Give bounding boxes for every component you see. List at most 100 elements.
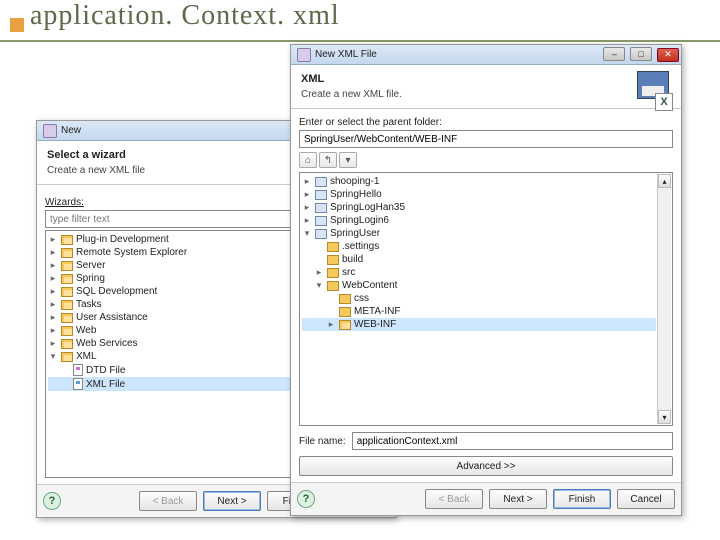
- folder-open-icon: [61, 313, 73, 323]
- expand-icon[interactable]: ▸: [302, 176, 312, 187]
- folder-open-icon: [61, 235, 73, 245]
- tree-item-label: Web: [76, 325, 96, 336]
- expand-icon[interactable]: ▸: [48, 338, 58, 349]
- tree-item-label: css: [354, 293, 369, 304]
- expand-icon[interactable]: ▾: [302, 228, 312, 239]
- tree-item[interactable]: META-INF: [302, 305, 656, 318]
- eclipse-icon: [297, 48, 311, 62]
- dialog-title: New XML File: [315, 49, 377, 60]
- folder-open-icon: [339, 320, 351, 330]
- tree-item[interactable]: ▾WebContent: [302, 279, 656, 292]
- tree-item-label: Remote System Explorer: [76, 247, 187, 258]
- folder-open-icon: [61, 300, 73, 310]
- expand-icon[interactable]: ▸: [48, 247, 58, 258]
- tree-item-label: build: [342, 254, 363, 265]
- tree-item-label: XML: [76, 351, 97, 362]
- tree-item[interactable]: ▸SpringLogHan35: [302, 201, 656, 214]
- project-icon: [315, 177, 327, 187]
- expand-icon[interactable]: ▸: [326, 319, 336, 330]
- back-button[interactable]: < Back: [425, 489, 483, 509]
- next-button[interactable]: Next >: [203, 491, 261, 511]
- expand-icon[interactable]: ▸: [48, 273, 58, 284]
- expand-icon[interactable]: ▸: [48, 299, 58, 310]
- banner: XML Create a new XML file. X: [291, 65, 681, 109]
- project-icon: [315, 216, 327, 226]
- parent-folder-input[interactable]: [299, 130, 673, 148]
- new-xml-file-dialog: New XML File – □ ✕ XML Create a new XML …: [290, 44, 682, 516]
- next-button[interactable]: Next >: [489, 489, 547, 509]
- file-name-input[interactable]: [352, 432, 673, 450]
- close-button[interactable]: ✕: [657, 48, 679, 62]
- folder-open-icon: [61, 261, 73, 271]
- file-name-label: File name:: [299, 436, 346, 447]
- banner-desc: Create a new XML file.: [301, 89, 671, 100]
- tree-item[interactable]: ▸ shooping-1: [302, 175, 656, 188]
- button-bar: ? < Back Next > Finish Cancel: [291, 482, 681, 515]
- tree-item-label: Spring: [76, 273, 105, 284]
- expand-icon[interactable]: ▸: [302, 202, 312, 213]
- tree-item[interactable]: css: [302, 292, 656, 305]
- tree-item[interactable]: ▸ SpringHello: [302, 188, 656, 201]
- folder-icon: [327, 242, 339, 252]
- expand-icon[interactable]: ▸: [48, 325, 58, 336]
- tree-item-label: SpringLogin6: [330, 215, 389, 226]
- tree-item-label: DTD File: [86, 365, 125, 376]
- expand-icon[interactable]: ▸: [302, 189, 312, 200]
- expand-icon[interactable]: ▸: [48, 260, 58, 271]
- project-icon: [315, 203, 327, 213]
- folder-tree[interactable]: ▴ ▾ ▸ shooping-1 ▸ SpringHello▸SpringLogHan…: [299, 172, 673, 426]
- tree-item[interactable]: .settings: [302, 240, 656, 253]
- folder-icon: [327, 268, 339, 278]
- help-button[interactable]: ?: [43, 492, 61, 510]
- scroll-up-icon[interactable]: ▴: [658, 174, 671, 188]
- tree-item-label: Tasks: [76, 299, 102, 310]
- cancel-button[interactable]: Cancel: [617, 489, 675, 509]
- expand-icon[interactable]: ▸: [302, 215, 312, 226]
- slide-underline: [0, 40, 720, 42]
- expand-icon[interactable]: ▾: [48, 351, 58, 362]
- tree-item-label: META-INF: [354, 306, 400, 317]
- help-button[interactable]: ?: [297, 490, 315, 508]
- tree-item[interactable]: build: [302, 253, 656, 266]
- folder-open-icon: [61, 352, 73, 362]
- new-folder-button[interactable]: ▾: [339, 152, 357, 168]
- minimize-button[interactable]: –: [603, 47, 625, 61]
- tree-item-label: shooping-1: [330, 176, 379, 187]
- expand-icon[interactable]: ▸: [48, 234, 58, 245]
- folder-icon: [327, 255, 339, 265]
- tree-item-label: SpringHello: [330, 189, 382, 200]
- folder-icon: [339, 294, 351, 304]
- eclipse-icon: [43, 124, 57, 138]
- xml-file-icon: X: [633, 71, 673, 111]
- tree-item-label: src: [342, 267, 355, 278]
- tree-item[interactable]: ▸WEB-INF: [302, 318, 656, 331]
- tree-item-label: User Assistance: [76, 312, 148, 323]
- banner-title: XML: [301, 73, 671, 85]
- expand-icon[interactable]: ▾: [314, 280, 324, 291]
- folder-open-icon: [61, 287, 73, 297]
- titlebar[interactable]: New XML File – □ ✕: [291, 45, 681, 65]
- tree-item-label: XML File: [86, 379, 125, 390]
- slide-accent: [10, 18, 24, 32]
- advanced-button[interactable]: Advanced >>: [299, 456, 673, 476]
- scroll-down-icon[interactable]: ▾: [658, 410, 671, 424]
- tree-item[interactable]: ▸ SpringLogin6: [302, 214, 656, 227]
- scrollbar[interactable]: ▴ ▾: [657, 174, 671, 424]
- tree-item-label: SQL Development: [76, 286, 157, 297]
- up-button[interactable]: ↰: [319, 152, 337, 168]
- expand-icon[interactable]: ▸: [314, 267, 324, 278]
- tree-item[interactable]: ▸ src: [302, 266, 656, 279]
- folder-icon: [327, 281, 339, 291]
- expand-icon[interactable]: ▸: [48, 286, 58, 297]
- project-icon: [315, 229, 327, 239]
- tree-item[interactable]: ▾SpringUser: [302, 227, 656, 240]
- finish-button[interactable]: Finish: [553, 489, 611, 509]
- maximize-button[interactable]: □: [630, 47, 652, 61]
- back-button[interactable]: < Back: [139, 491, 197, 511]
- project-icon: [315, 190, 327, 200]
- expand-icon[interactable]: ▸: [48, 312, 58, 323]
- dtd-file-icon: [73, 364, 83, 376]
- home-button[interactable]: ⌂: [299, 152, 317, 168]
- tree-item-label: .settings: [342, 241, 379, 252]
- folder-open-icon: [61, 248, 73, 258]
